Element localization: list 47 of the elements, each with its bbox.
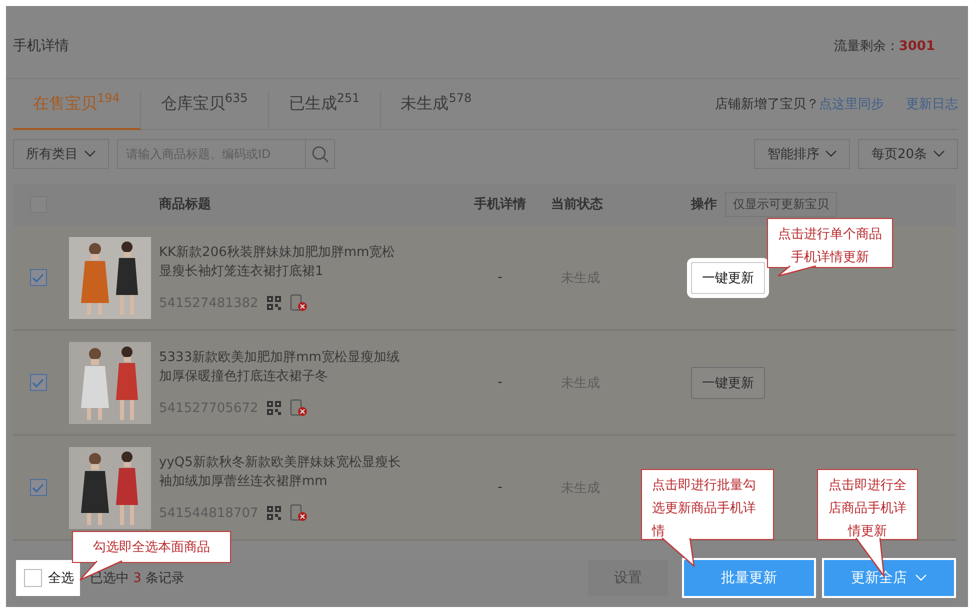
- sort-dropdown[interactable]: 智能排序: [754, 139, 850, 169]
- search-button[interactable]: [305, 139, 335, 169]
- check-icon: [32, 482, 44, 492]
- tab[interactable]: 仓库宝贝$^{635}$: [140, 90, 269, 130]
- search-icon: [311, 145, 329, 163]
- checkbox[interactable]: [30, 374, 46, 391]
- checkbox[interactable]: [30, 479, 46, 496]
- page-size-dropdown[interactable]: 每页20条: [858, 139, 958, 169]
- traffic-remaining: 流量剩余：3001: [834, 38, 935, 55]
- column-header: 商品标题: [159, 197, 211, 212]
- column-header: 当前状态: [551, 197, 603, 212]
- update-button[interactable]: 批量更新: [684, 560, 814, 596]
- product-title[interactable]: 5333新款欧美加肥加胖mm宽松显瘦加绒加厚保暖撞色打底连衣裙子冬: [159, 348, 404, 386]
- tab[interactable]: 已生成$^{251}$: [268, 90, 381, 130]
- tab[interactable]: 未生成$^{578}$: [380, 90, 492, 130]
- sync-notice: 店铺新增了宝贝？点这里同步: [715, 96, 884, 113]
- phone-error-icon: [290, 399, 308, 417]
- caret-icon: [84, 150, 96, 158]
- table-cell: -: [498, 375, 502, 390]
- check-icon: [32, 272, 44, 282]
- check-icon: [32, 378, 44, 388]
- annotation-tooltip: 点击即进行批量勾选更新商品手机详情: [641, 469, 774, 540]
- column-header: 手机详情: [474, 197, 526, 212]
- product-title[interactable]: KK新款206秋装胖妹妹加肥加胖mm宽松显瘦长袖灯笼连衣裙打底裙1: [159, 243, 404, 281]
- sync-link[interactable]: 点这里同步: [819, 97, 884, 112]
- phone-error-icon: [290, 504, 308, 522]
- caret-icon: [933, 150, 945, 158]
- qr-code-icon: [266, 400, 282, 416]
- filter-button[interactable]: 仅显示可更新宝贝: [725, 192, 837, 216]
- checkbox[interactable]: [30, 269, 46, 286]
- qr-code-icon: [266, 505, 282, 521]
- callout-pointer: [777, 266, 817, 277]
- checkbox[interactable]: [24, 569, 42, 587]
- column-header: 操作: [691, 196, 717, 213]
- product-title[interactable]: yyQ5新款秋冬新款欧美胖妹妹宽松显瘦长袖加绒加厚蕾丝连衣裙胖mm: [159, 453, 404, 491]
- phone-error-icon: [290, 294, 308, 312]
- callout-pointer: [661, 538, 695, 567]
- changelog-link[interactable]: 更新日志: [906, 95, 958, 113]
- update-button[interactable]: 更新全店: [824, 560, 954, 596]
- annotation-tooltip: 点击即进行全店商品手机详情更新: [817, 469, 918, 540]
- caret-icon: [825, 150, 838, 158]
- table-cell: -: [498, 270, 502, 285]
- page-title: 手机详情: [13, 37, 69, 55]
- category-dropdown[interactable]: 所有类目: [13, 139, 109, 169]
- qr-code-icon: [266, 295, 282, 311]
- table-cell: -: [498, 480, 502, 495]
- update-button[interactable]: 一键更新: [691, 366, 765, 398]
